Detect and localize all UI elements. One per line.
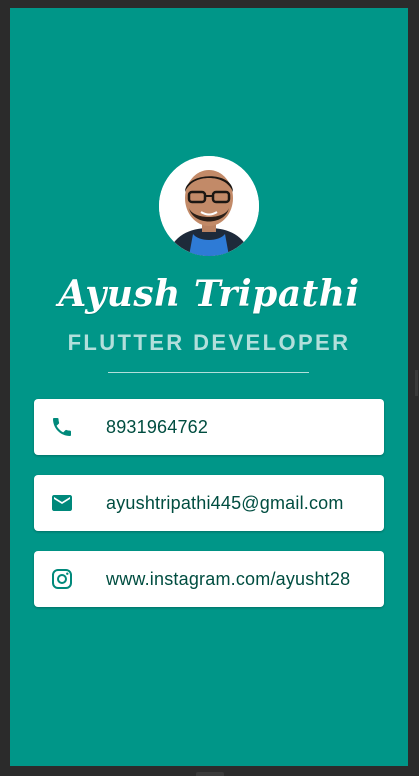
home-indicator <box>196 772 224 776</box>
phone-card[interactable]: 8931964762 <box>34 399 384 455</box>
email-card[interactable]: ayushtripathi445@gmail.com <box>34 475 384 531</box>
email-address: ayushtripathi445@gmail.com <box>106 493 344 513</box>
app-screen <box>10 8 408 766</box>
profile-role: FLUTTER DEVELOPER <box>67 330 351 355</box>
instagram-card[interactable]: www.instagram.com/ayusht28 <box>34 551 384 607</box>
instagram-icon <box>50 567 74 591</box>
email-icon <box>50 491 74 515</box>
phone-icon <box>50 415 74 439</box>
avatar <box>159 156 259 256</box>
phone-number: 8931964762 <box>106 417 209 437</box>
profile-photo <box>159 156 259 256</box>
instagram-url: www.instagram.com/ayusht28 <box>106 569 351 589</box>
scroll-handle <box>415 370 418 396</box>
profile-name: Ayush Tripathi <box>58 273 360 315</box>
divider <box>108 372 309 373</box>
